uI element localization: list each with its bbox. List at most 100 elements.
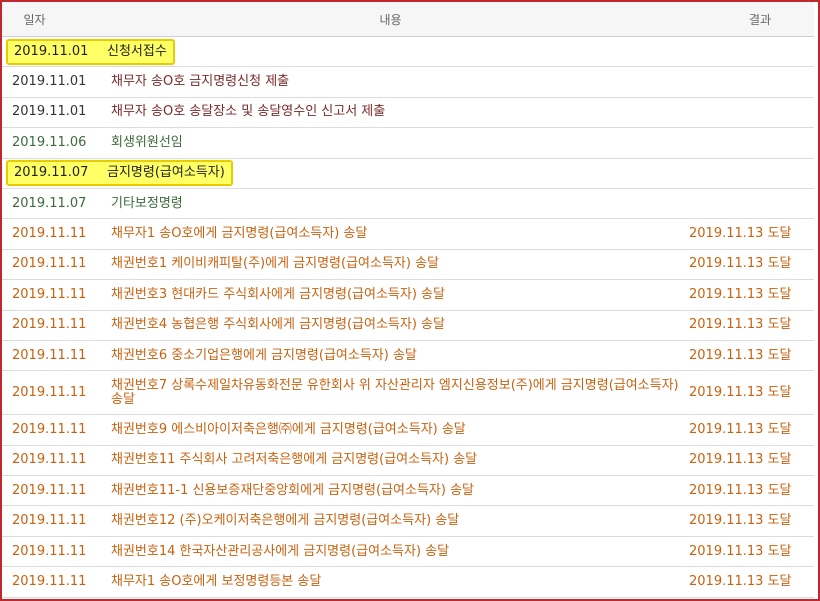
row-date: 2019.11.11 — [12, 452, 87, 468]
row-date: 2019.11.11 — [12, 286, 87, 302]
table-row: 2019.11.11 채무자1 송O호에게 금지명령(급여소득자) 송달 2019.… — [2, 218, 814, 250]
row-result: 2019.11.13 도달 — [689, 226, 792, 242]
row-content: 기타보정명령 — [111, 195, 183, 211]
row-content: 채권번호12 (주)오케이저축은행에게 금지명령(급여소득자) 송달 — [111, 513, 460, 529]
row-date-cell: 2019.11.11 — [2, 536, 105, 568]
row-date: 2019.11.11 — [12, 317, 87, 333]
row-content-cell: 채권번호6 중소기업은행에게 금지명령(급여소득자) 송달 — [105, 340, 686, 372]
row-result-cell: 2019.11.13 도달 — [686, 218, 814, 250]
row-result-cell — [686, 97, 814, 129]
row-content-cell: 채무자1 송O호에게 보정명령등본 송달 — [105, 566, 686, 598]
row-content: 채권번호7 상록수제일차유동화전문 유한회사 위 자산관리자 엠지신용정보(주)… — [111, 377, 679, 407]
table-row: 2019.11.11 채권번호3 현대카드 주식회사에게 금지명령(급여소득자) … — [2, 279, 814, 311]
row-content-cell: 채권번호7 상록수제일차유동화전문 유한회사 위 자산관리자 엠지신용정보(주)… — [105, 370, 686, 416]
row-result-cell — [686, 36, 814, 68]
row-content-cell: 회생위원선임 — [105, 127, 686, 159]
row-content-cell: 채권번호12 (주)오케이저축은행에게 금지명령(급여소득자) 송달 — [105, 505, 686, 537]
row-content-cell: 채권번호3 현대카드 주식회사에게 금지명령(급여소득자) 송달 — [105, 279, 686, 311]
row-result-cell: 2019.11.13 도달 — [686, 279, 814, 311]
row-content-cell: 채권번호11-1 신용보증재단중앙회에게 금지명령(급여소득자) 송달 — [105, 475, 686, 507]
row-result: 2019.11.13 도달 — [689, 347, 792, 363]
row-date: 2019.11.11 — [12, 573, 87, 589]
row-date-cell: 2019.11.07 — [2, 188, 105, 220]
row-result-cell: 2019.11.13 도달 — [686, 340, 814, 372]
row-date-cell: 2019.11.11 — [2, 566, 105, 598]
row-result: 2019.11.13 도달 — [689, 286, 792, 302]
row-date-cell: 2019.11.11 — [2, 310, 105, 341]
row-date: 2019.11.07 — [14, 165, 89, 181]
row-content: 채무자 송O호 송달장소 및 송달영수인 신고서 제출 — [111, 104, 386, 120]
row-content-cell: 기타보정명령 — [105, 188, 686, 220]
row-result-cell — [686, 66, 814, 98]
row-date: 2019.11.11 — [12, 543, 87, 559]
table-row: 2019.11.11 채권번호11 주식회사 고려저축은행에게 금지명령(급여소득… — [2, 445, 814, 477]
row-date-cell: 2019.11.11 — [2, 340, 105, 372]
row-content: 채권번호11 주식회사 고려저축은행에게 금지명령(급여소득자) 송달 — [111, 452, 478, 468]
row-date: 2019.11.06 — [12, 134, 87, 150]
row-result-cell: 2019.11.13 도달 — [686, 505, 814, 537]
row-content: 채권번호6 중소기업은행에게 금지명령(급여소득자) 송달 — [111, 347, 417, 363]
table-row: 2019.11.01 신청서접수 — [2, 36, 814, 68]
row-content: 채무자 송O호 금지명령신청 제출 — [111, 74, 290, 90]
table-row: 2019.11.11 채권번호4 농협은행 주식회사에게 금지명령(급여소득자) … — [2, 310, 814, 341]
row-date-cell: 2019.11.01 신청서접수 — [2, 36, 686, 68]
row-result-cell: 2019.11.13 도달 — [686, 310, 814, 341]
row-date-cell: 2019.11.01 — [2, 97, 105, 129]
row-result-cell — [686, 127, 814, 159]
row-date: 2019.11.11 — [12, 421, 87, 437]
table-row: 2019.11.07 금지명령(급여소득자) — [2, 158, 814, 189]
row-date-cell: 2019.11.11 — [2, 505, 105, 537]
row-result-cell: 2019.11.13 도달 — [686, 566, 814, 598]
row-content: 채권번호3 현대카드 주식회사에게 금지명령(급여소득자) 송달 — [111, 286, 445, 302]
row-date: 2019.11.11 — [12, 482, 87, 498]
row-date-cell: 2019.11.06 — [2, 127, 105, 159]
row-date: 2019.11.01 — [12, 74, 87, 90]
row-date-cell: 2019.11.11 — [2, 475, 105, 507]
row-date-cell: 2019.11.07 금지명령(급여소득자) — [2, 158, 686, 189]
table-row: 2019.11.01 채무자 송O호 송달장소 및 송달영수인 신고서 제출 — [2, 97, 814, 129]
row-content-cell: 채권번호1 케이비캐피탈(주)에게 금지명령(급여소득자) 송달 — [105, 249, 686, 281]
row-date-cell: 2019.11.11 — [2, 279, 105, 311]
row-content-cell: 채무자 송O호 금지명령신청 제출 — [105, 66, 686, 98]
row-result: 2019.11.13 도달 — [689, 482, 792, 498]
row-result-cell: 2019.11.13 도달 — [686, 370, 814, 416]
row-result: 2019.11.13 도달 — [689, 543, 792, 559]
row-content: 채권번호9 에스비아이저축은행㈜에게 금지명령(급여소득자) 송달 — [111, 421, 466, 437]
row-result-cell — [686, 188, 814, 220]
table-body: 2019.11.01 신청서접수 2019.11.01 채무자 송O호 금지명령신청 … — [2, 36, 814, 598]
header-content: 내용 — [105, 2, 686, 37]
row-date: 2019.11.11 — [12, 513, 87, 529]
row-result: 2019.11.13 도달 — [689, 513, 792, 529]
header-result: 결과 — [686, 2, 814, 37]
row-content: 채권번호14 한국자산관리공사에게 금지명령(급여소득자) 송달 — [111, 543, 450, 559]
row-content: 채권번호1 케이비캐피탈(주)에게 금지명령(급여소득자) 송달 — [111, 256, 439, 272]
row-result-cell — [686, 158, 814, 189]
row-date: 2019.11.01 — [12, 104, 87, 120]
row-content: 신청서접수 — [107, 43, 167, 59]
row-result: 2019.11.13 도달 — [689, 384, 792, 400]
table-row: 2019.11.11 채권번호9 에스비아이저축은행㈜에게 금지명령(급여소득자)… — [2, 414, 814, 446]
row-date: 2019.11.01 — [14, 43, 89, 59]
table-row: 2019.11.11 채무자1 송O호에게 보정명령등본 송달 2019.11.13… — [2, 566, 814, 598]
row-content: 금지명령(급여소득자) — [107, 165, 225, 181]
case-history-table: 일자 내용 결과 2019.11.01 신청서접수 2019.11.01 채무자 송O… — [2, 2, 814, 598]
row-content-cell: 채권번호4 농협은행 주식회사에게 금지명령(급여소득자) 송달 — [105, 310, 686, 341]
row-date: 2019.11.11 — [12, 226, 87, 242]
row-date-cell: 2019.11.11 — [2, 370, 105, 416]
row-content-cell: 채권번호14 한국자산관리공사에게 금지명령(급여소득자) 송달 — [105, 536, 686, 568]
row-content-cell: 채무자 송O호 송달장소 및 송달영수인 신고서 제출 — [105, 97, 686, 129]
table-row: 2019.11.11 채권번호14 한국자산관리공사에게 금지명령(급여소득자) … — [2, 536, 814, 568]
table-header: 일자 내용 결과 — [2, 2, 814, 37]
row-result-cell: 2019.11.13 도달 — [686, 414, 814, 446]
row-date: 2019.11.07 — [12, 195, 87, 211]
table-row: 2019.11.06 회생위원선임 — [2, 127, 814, 159]
row-result-cell: 2019.11.13 도달 — [686, 445, 814, 477]
row-result-cell: 2019.11.13 도달 — [686, 475, 814, 507]
row-date: 2019.11.11 — [12, 384, 87, 400]
row-date-cell: 2019.11.01 — [2, 66, 105, 98]
row-result: 2019.11.13 도달 — [689, 421, 792, 437]
table-row: 2019.11.11 채권번호11-1 신용보증재단중앙회에게 금지명령(급여소득… — [2, 475, 814, 507]
row-result: 2019.11.13 도달 — [689, 452, 792, 468]
row-result: 2019.11.13 도달 — [689, 317, 792, 333]
row-date-cell: 2019.11.11 — [2, 249, 105, 281]
